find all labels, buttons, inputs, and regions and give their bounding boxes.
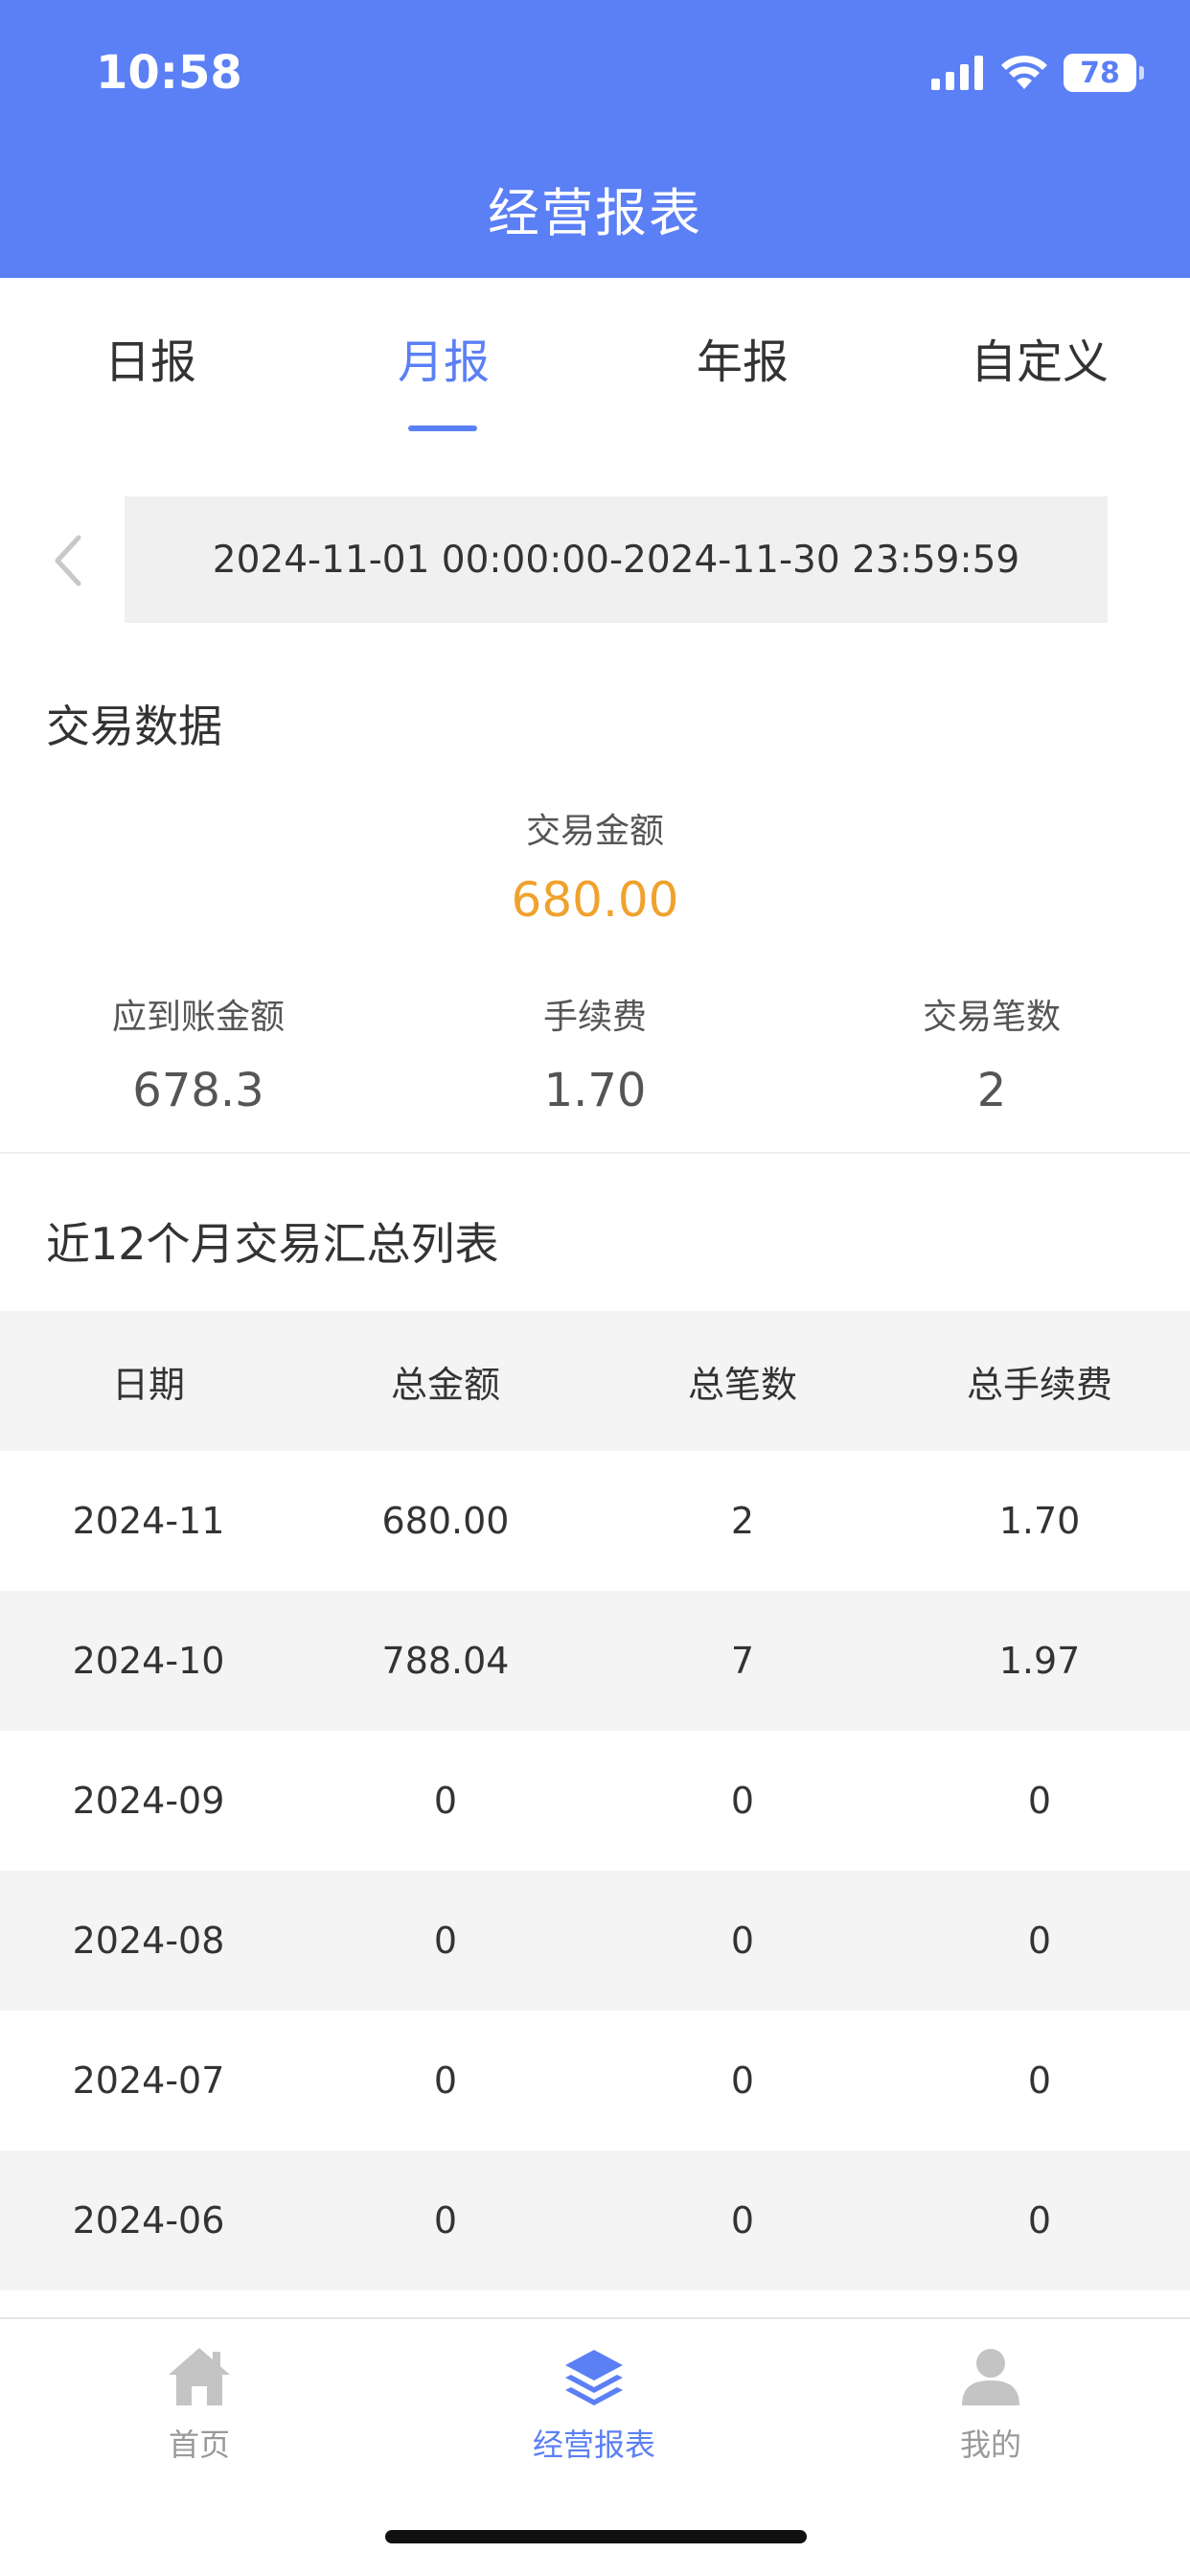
home-icon [169, 2348, 230, 2405]
cell-total-amount: 0 [433, 1920, 458, 1962]
nav-item-home[interactable]: 首页 [56, 2342, 343, 2465]
wifi-icon [1001, 56, 1047, 89]
column-header-total-fee: 总手续费 [966, 1363, 1112, 1406]
cell-total-count: 2 [730, 1500, 755, 1542]
status-icons: 78 [931, 52, 1144, 94]
report-tabs: 日报 月报 年报 自定义 [0, 278, 1190, 441]
stat-label: 应到账金额 [111, 998, 285, 1037]
user-icon [962, 2349, 1019, 2405]
column-header-total-count: 总笔数 [687, 1363, 797, 1406]
cell-date: 2024-09 [72, 1780, 225, 1822]
divider [0, 1152, 1190, 1154]
date-range-text: 2024-11-01 00:00:00-2024-11-30 23:59:59 [212, 538, 1020, 582]
cell-date: 2024-08 [72, 1920, 225, 1962]
stat-label: 交易笔数 [922, 998, 1061, 1037]
tab-yearly[interactable]: 年报 [594, 324, 891, 391]
stat-expected-amount: 应到账金额 678.3 [0, 989, 397, 1123]
date-range-display[interactable]: 2024-11-01 00:00:00-2024-11-30 23:59:59 [125, 496, 1108, 623]
cell-total-fee: 0 [1027, 1780, 1052, 1822]
layers-icon [565, 2350, 623, 2405]
signal-icon [931, 56, 983, 90]
cell-total-amount: 0 [433, 2059, 458, 2102]
table-row: 2024-07 0 0 0 [0, 2011, 1190, 2150]
transaction-amount-label: 交易金额 [525, 812, 664, 851]
nav-item-profile[interactable]: 我的 [847, 2342, 1134, 2465]
cell-date: 2024-07 [72, 2059, 225, 2102]
active-tab-indicator [408, 426, 477, 431]
stat-value: 2 [976, 1064, 1007, 1117]
nav-label: 经营报表 [532, 2426, 655, 2463]
cell-total-fee: 1.97 [998, 1640, 1081, 1682]
summary-table: 日期 总金额 总笔数 总手续费 2024-11 680.00 2 1.70 20… [0, 1311, 1190, 2290]
nav-label: 我的 [959, 2426, 1021, 2463]
chevron-left-icon[interactable] [48, 532, 90, 589]
table-row: 2024-08 0 0 0 [0, 1871, 1190, 2011]
cell-total-count: 0 [730, 2199, 755, 2242]
app-screen: 10:58 78 经营报表 日报 月报 年报 自定义 2024-11-01 00… [0, 0, 1190, 2576]
cell-total-amount: 0 [433, 1780, 458, 1822]
cell-total-count: 0 [730, 2059, 755, 2102]
cell-total-amount: 0 [433, 2199, 458, 2242]
cell-total-fee: 0 [1027, 2059, 1052, 2102]
cell-total-count: 0 [730, 1920, 755, 1962]
stat-value: 678.3 [132, 1064, 264, 1117]
cell-total-amount: 680.00 [381, 1500, 510, 1542]
cell-total-count: 7 [730, 1640, 755, 1682]
stat-transaction-count: 交易笔数 2 [793, 989, 1190, 1123]
nav-item-reports[interactable]: 经营报表 [450, 2342, 738, 2465]
cell-date: 2024-10 [72, 1640, 225, 1682]
transaction-amount-value: 680.00 [511, 872, 679, 928]
status-time: 10:58 [96, 46, 242, 100]
header-bar: 10:58 78 经营报表 [0, 0, 1190, 278]
table-header-row: 日期 总金额 总笔数 总手续费 [0, 1311, 1190, 1451]
cell-date: 2024-06 [72, 2199, 225, 2242]
cell-total-amount: 788.04 [381, 1640, 510, 1682]
battery-icon: 78 [1064, 54, 1144, 92]
tab-daily[interactable]: 日报 [2, 324, 299, 391]
stat-label: 手续费 [542, 998, 647, 1037]
table-row: 2024-09 0 0 0 [0, 1731, 1190, 1871]
stat-value: 1.70 [543, 1064, 647, 1117]
battery-level: 78 [1080, 56, 1120, 90]
nav-label: 首页 [168, 2426, 230, 2463]
page-title: 经营报表 [488, 183, 702, 243]
home-indicator [385, 2530, 807, 2543]
cell-total-fee: 1.70 [998, 1500, 1081, 1542]
table-row: 2024-10 788.04 7 1.97 [0, 1591, 1190, 1731]
column-header-date: 日期 [111, 1363, 185, 1406]
cell-total-count: 0 [730, 1780, 755, 1822]
summary-section-title: 近12个月交易汇总列表 [46, 1218, 499, 1270]
table-row: 2024-11 680.00 2 1.70 [0, 1451, 1190, 1591]
transaction-section-title: 交易数据 [46, 701, 222, 752]
stat-fee: 手续费 1.70 [397, 989, 793, 1123]
column-header-total-amount: 总金额 [390, 1363, 500, 1406]
cell-total-fee: 0 [1027, 2199, 1052, 2242]
cell-total-fee: 0 [1027, 1920, 1052, 1962]
table-row: 2024-06 0 0 0 [0, 2150, 1190, 2290]
cell-date: 2024-11 [72, 1500, 225, 1542]
tab-custom[interactable]: 自定义 [891, 324, 1188, 391]
tab-monthly[interactable]: 月报 [295, 324, 592, 391]
